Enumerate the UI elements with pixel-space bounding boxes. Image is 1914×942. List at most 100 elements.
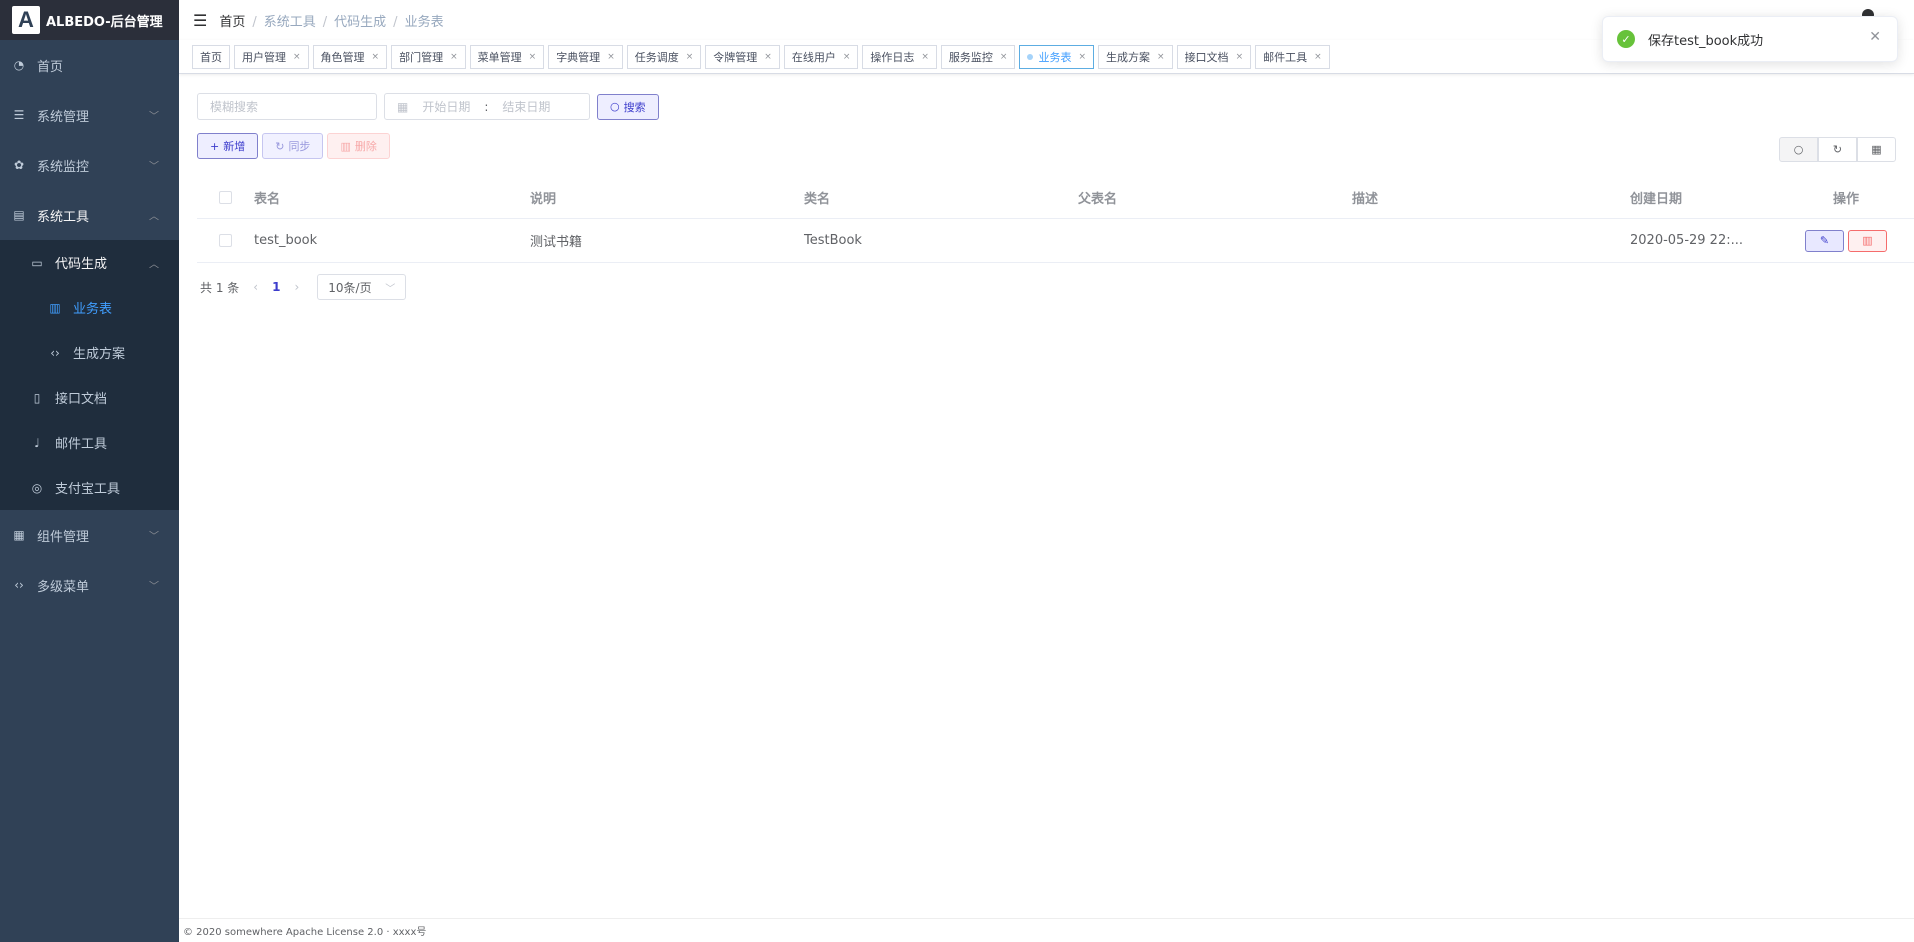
page-size-value: 10条/页: [328, 280, 372, 295]
sidebar-item-code-gen[interactable]: ▭ 代码生成 ︿: [0, 240, 179, 285]
tag-label: 生成方案: [1106, 50, 1151, 64]
success-toast: ✓ 保存test_book成功 ✕: [1602, 16, 1898, 62]
close-icon[interactable]: ×: [686, 52, 694, 62]
tag-label: 业务表: [1038, 50, 1072, 64]
column-header: 类名: [804, 191, 831, 207]
tag-item[interactable]: 业务表 ×: [1019, 44, 1095, 69]
column-header: 描述: [1352, 191, 1379, 207]
app-title: ALBEDO-后台管理: [46, 14, 163, 30]
select-all-checkbox[interactable]: [197, 190, 244, 204]
sidebar-item-alipay-tool[interactable]: ◎ 支付宝工具: [0, 465, 179, 510]
cell-comment: 测试书籍: [530, 235, 583, 250]
close-icon[interactable]: ×: [1078, 52, 1086, 62]
search-placeholder: 模糊搜索: [210, 100, 259, 114]
logo[interactable]: A ALBEDO-后台管理: [0, 0, 179, 40]
main-area: ☰ 首页 / 系统工具 / 代码生成 / 业务表 首页 用户管理 × 角色管理 × 部门管理 × 菜单管理…: [179, 0, 1914, 942]
close-icon[interactable]: ×: [1314, 52, 1322, 62]
close-icon[interactable]: ×: [450, 52, 458, 62]
row-delete-button[interactable]: ▥: [1848, 229, 1887, 252]
sidebar-item-component-manage[interactable]: ▦ 组件管理 ﹀: [0, 510, 179, 560]
search-input[interactable]: 模糊搜索: [197, 93, 377, 120]
sidebar: A ALBEDO-后台管理 ◔ 首页 ☰ 系统管理 ﹀ ✿ 系统监控 ﹀ ▤ 系…: [0, 0, 179, 942]
start-date-placeholder: 开始日期: [422, 100, 471, 114]
trash-icon: ▥: [1862, 234, 1873, 247]
prev-page-icon[interactable]: ‹: [253, 280, 258, 294]
sidebar-item-system-tools[interactable]: ▤ 系统工具 ︿: [0, 190, 179, 240]
tag-item[interactable]: 服务监控 ×: [940, 44, 1016, 69]
search-button[interactable]: ○ 搜索: [597, 93, 659, 120]
close-icon[interactable]: ×: [921, 52, 929, 62]
tag-item[interactable]: 字典管理 ×: [548, 44, 623, 69]
tag-label: 接口文档: [1184, 50, 1229, 64]
sidebar-item-system-manage[interactable]: ☰ 系统管理 ﹀: [0, 90, 179, 140]
footer-text: © 2020 somewhere Apache License 2.0 · xx…: [183, 927, 427, 938]
tag-item[interactable]: 角色管理 ×: [312, 44, 388, 69]
add-button-label: 新增: [223, 140, 246, 153]
tag-item[interactable]: 令牌管理 ×: [705, 44, 780, 69]
tag-item[interactable]: 菜单管理 ×: [469, 44, 545, 69]
breadcrumb-home[interactable]: 首页: [219, 15, 245, 30]
sidebar-item-gen-scheme[interactable]: ‹› 生成方案: [0, 330, 179, 375]
breadcrumb-separator: /: [393, 14, 398, 30]
sidebar-item-label: 多级菜单: [37, 579, 90, 595]
sidebar-item-mail-tool[interactable]: ♩ 邮件工具: [0, 420, 179, 465]
columns-button[interactable]: ▦: [1857, 137, 1896, 162]
date-range-picker[interactable]: ▦ 开始日期 : 结束日期: [384, 93, 590, 120]
close-icon[interactable]: ×: [1236, 52, 1244, 62]
sidebar-item-label: 代码生成: [55, 257, 108, 272]
sidebar-item-system-monitor[interactable]: ✿ 系统监控 ﹀: [0, 140, 179, 190]
next-page-icon[interactable]: ›: [294, 280, 299, 294]
table-header: 表名 说明 类名 父表名 描述 创建日期 操作: [197, 176, 1914, 219]
table-row[interactable]: test_book 测试书籍 TestBook 2020-05-29 22:..…: [197, 219, 1914, 263]
close-icon[interactable]: ×: [607, 52, 615, 62]
sidebar-item-label: 邮件工具: [55, 437, 108, 452]
cell-class-name: TestBook: [804, 233, 862, 248]
sync-button[interactable]: ↻ 同步: [262, 133, 324, 159]
breadcrumb-current: 业务表: [404, 14, 444, 30]
tag-item[interactable]: 生成方案 ×: [1098, 44, 1173, 69]
hamburger-icon[interactable]: ☰: [193, 11, 207, 30]
tag-item[interactable]: 邮件工具 ×: [1255, 44, 1330, 69]
chevron-up-icon: ︿: [149, 211, 159, 223]
tag-label: 操作日志: [870, 50, 915, 64]
sidebar-item-business-table[interactable]: ▥ 业务表: [0, 285, 179, 330]
tag-item[interactable]: 操作日志 ×: [862, 44, 937, 69]
range-separator: :: [484, 99, 489, 114]
filter-row: 模糊搜索 ▦ 开始日期 : 结束日期 ○ 搜索: [197, 93, 659, 120]
sidebar-item-label: 系统工具: [37, 209, 90, 225]
sidebar-item-label: 系统管理: [37, 109, 90, 125]
sidebar-item-label: 接口文档: [55, 392, 108, 407]
add-button[interactable]: + 新增: [197, 133, 259, 159]
tag-label: 首页: [200, 50, 222, 64]
tag-label: 邮件工具: [1263, 50, 1308, 64]
close-icon[interactable]: ×: [764, 52, 772, 62]
sidebar-item-api-docs[interactable]: ▯ 接口文档: [0, 375, 179, 420]
close-icon[interactable]: ×: [372, 52, 380, 62]
tag-item[interactable]: 接口文档 ×: [1176, 44, 1252, 69]
refresh-button[interactable]: ↻: [1818, 137, 1857, 162]
close-icon[interactable]: ×: [1000, 52, 1008, 62]
close-icon[interactable]: ×: [843, 52, 851, 62]
page-size-select[interactable]: 10条/页 ﹀: [317, 274, 407, 300]
close-icon[interactable]: ✕: [1869, 29, 1881, 45]
tag-item[interactable]: 用户管理 ×: [234, 44, 309, 69]
tag-item[interactable]: 在线用户 ×: [783, 44, 859, 69]
tag-item[interactable]: 首页: [192, 44, 230, 69]
grid-icon: ▦: [1871, 143, 1882, 156]
tag-item[interactable]: 部门管理 ×: [391, 44, 466, 69]
close-icon[interactable]: ×: [529, 52, 537, 62]
edit-button[interactable]: ✎: [1805, 229, 1844, 252]
toggle-search-button[interactable]: ○: [1779, 137, 1818, 162]
page-number[interactable]: 1: [272, 280, 280, 294]
delete-button[interactable]: ▥ 删除: [327, 133, 390, 159]
trash-icon: ▥: [340, 139, 351, 153]
cell-created: 2020-05-29 22:...: [1630, 233, 1744, 248]
close-icon[interactable]: ×: [293, 52, 301, 62]
row-checkbox[interactable]: [197, 234, 244, 247]
close-icon[interactable]: ×: [1157, 52, 1165, 62]
sidebar-item-home[interactable]: ◔ 首页: [0, 40, 179, 90]
tag-label: 字典管理: [556, 50, 601, 64]
sidebar-item-multi-menu[interactable]: ‹› 多级菜单 ﹀: [0, 560, 179, 610]
tag-item[interactable]: 任务调度 ×: [626, 44, 702, 69]
column-header: 表名: [254, 191, 281, 207]
